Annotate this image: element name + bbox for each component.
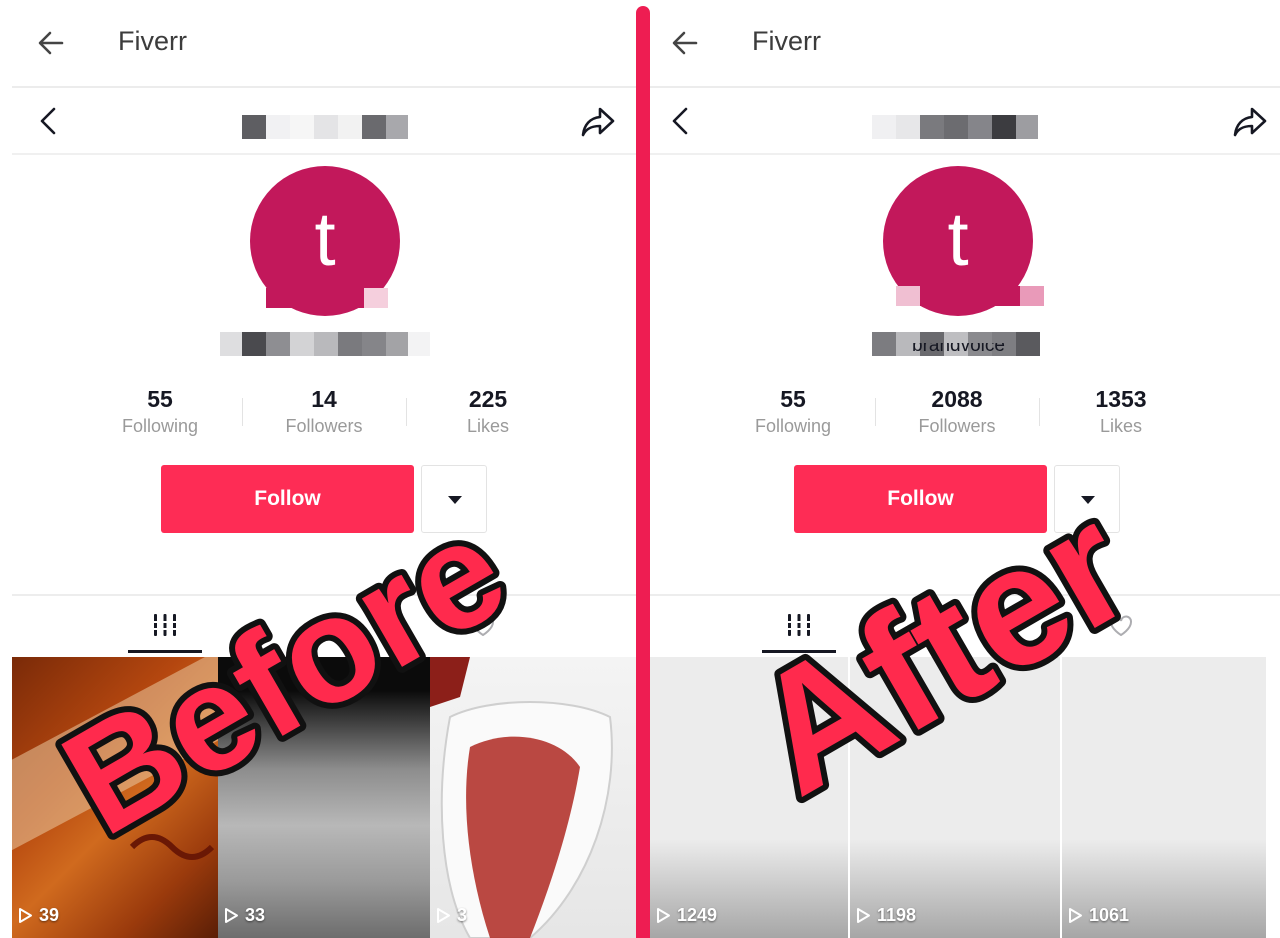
- stat-likes: 225 Likes: [406, 386, 570, 437]
- after-panel: Fiverr t brandvoice 55 Following 2088 Fo…: [650, 0, 1280, 938]
- video-thumbnail[interactable]: 1249: [650, 657, 850, 938]
- play-icon: [657, 908, 670, 923]
- stat-likes: 1353 Likes: [1039, 386, 1203, 437]
- profile-stats: 55 Following 2088 Followers 1353 Likes: [711, 386, 1203, 437]
- dropdown-icon: [448, 496, 462, 504]
- video-thumbnail[interactable]: 1061: [1062, 657, 1266, 938]
- profile-stats: 55 Following 14 Followers 225 Likes: [78, 386, 570, 437]
- play-icon: [857, 908, 870, 923]
- video-thumbnail[interactable]: 1198: [850, 657, 1062, 938]
- play-icon: [1069, 908, 1082, 923]
- avatar-pixelated-edge: [896, 286, 1044, 306]
- avatar-pixelated-edge: [266, 288, 388, 308]
- before-panel: Fiverr t 55 Following 14 Followers 225 L…: [0, 0, 636, 938]
- video-grid: 1249 1198 1061: [650, 657, 1266, 938]
- panel-divider: [636, 6, 650, 938]
- liked-icon[interactable]: [470, 612, 496, 638]
- grid-icon[interactable]: [152, 612, 178, 638]
- username-pixelated: [242, 115, 408, 139]
- view-count: 1249: [656, 905, 717, 926]
- view-count: 3: [436, 905, 467, 926]
- dropdown-icon: [1081, 496, 1095, 504]
- app-title: Fiverr: [752, 26, 821, 56]
- arrow-left-icon[interactable]: [670, 28, 700, 58]
- app-bar: Fiverr: [0, 0, 636, 86]
- arrow-left-icon[interactable]: [36, 28, 66, 58]
- video-thumbnail[interactable]: 33: [218, 657, 430, 938]
- follow-button[interactable]: Follow: [794, 465, 1047, 533]
- stat-followers[interactable]: 2088 Followers: [875, 386, 1039, 437]
- active-tab-indicator: [128, 650, 202, 653]
- content-tabs: [0, 596, 636, 656]
- grid-icon[interactable]: [786, 612, 812, 638]
- view-count: 1061: [1068, 905, 1129, 926]
- display-name-partial: brandvoice: [912, 343, 1005, 356]
- follow-button[interactable]: Follow: [161, 465, 414, 533]
- label-art: [12, 657, 218, 860]
- video-thumbnail[interactable]: 39: [12, 657, 218, 938]
- app-bar: Fiverr: [650, 0, 1280, 86]
- more-menu-button[interactable]: [1054, 465, 1120, 533]
- display-name-pixelated: [220, 332, 430, 356]
- play-icon: [19, 908, 32, 923]
- play-icon: [437, 908, 450, 923]
- chevron-left-icon[interactable]: [668, 106, 692, 136]
- stat-following[interactable]: 55 Following: [78, 386, 242, 437]
- liked-icon[interactable]: [1108, 612, 1134, 638]
- view-count: 33: [224, 905, 265, 926]
- content-tabs: [650, 596, 1280, 656]
- wine-glass-art: [430, 657, 613, 938]
- divider: [650, 153, 1280, 155]
- stat-followers[interactable]: 14 Followers: [242, 386, 406, 437]
- view-count: 39: [18, 905, 59, 926]
- app-title: Fiverr: [118, 26, 187, 56]
- share-icon[interactable]: [1232, 106, 1268, 138]
- chevron-left-icon[interactable]: [36, 106, 60, 136]
- play-icon: [225, 908, 238, 923]
- view-count: 1198: [856, 905, 916, 926]
- divider: [12, 153, 636, 155]
- stat-following[interactable]: 55 Following: [711, 386, 875, 437]
- video-thumbnail[interactable]: 3: [430, 657, 636, 938]
- active-tab-indicator: [762, 650, 836, 653]
- share-icon[interactable]: [580, 106, 616, 138]
- username-pixelated: [872, 115, 1038, 139]
- more-menu-button[interactable]: [421, 465, 487, 533]
- video-grid: 39 33 3: [12, 657, 636, 938]
